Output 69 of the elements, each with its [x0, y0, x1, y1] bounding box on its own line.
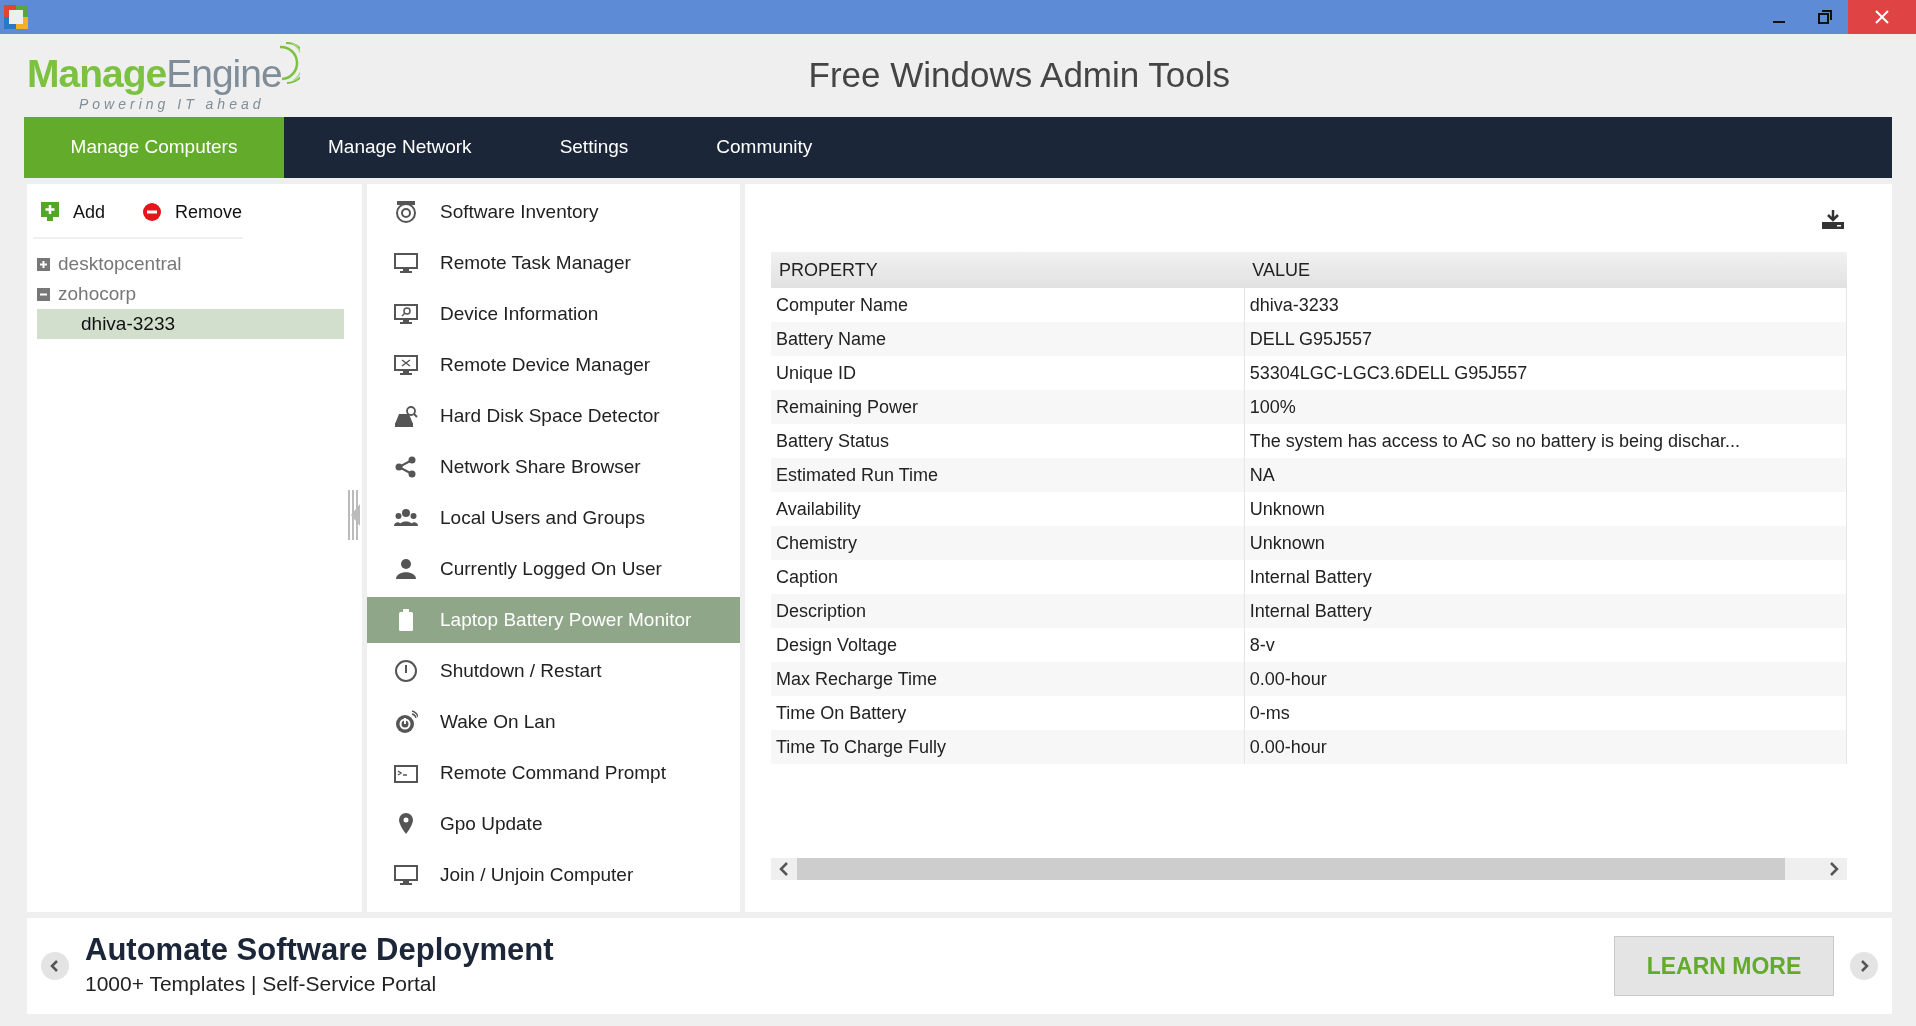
horizontal-scrollbar[interactable]: [771, 858, 1847, 880]
tool-menu-item[interactable]: Remote Task Manager: [367, 240, 740, 286]
app-title: Free Windows Admin Tools: [807, 54, 1232, 97]
tool-menu-item[interactable]: Shutdown / Restart: [367, 648, 740, 694]
nav-tab[interactable]: Settings: [515, 117, 673, 178]
table-cell: 0.00-hour: [1244, 730, 1847, 764]
logo-tagline: Powering IT ahead: [79, 96, 266, 111]
chevron-right-icon: [1858, 959, 1870, 973]
drive-magnifier-icon: [394, 404, 418, 428]
table-cell: NA: [1244, 458, 1847, 492]
user-icon: [394, 557, 418, 581]
table-cell: DELL G95J557: [1244, 322, 1847, 356]
table-cell: Battery Name: [771, 322, 1245, 356]
table-cell: Chemistry: [771, 526, 1245, 560]
tool-menu-item[interactable]: Software Inventory: [367, 189, 740, 235]
nav-tab[interactable]: Community: [672, 117, 857, 178]
share-icon: [394, 455, 418, 479]
close-button[interactable]: [1848, 0, 1916, 34]
logo-text: Engine: [166, 53, 282, 93]
tree-item-selected[interactable]: dhiva-3233: [37, 309, 344, 339]
restore-icon: [1818, 10, 1832, 24]
tool-menu-item[interactable]: Join / Unjoin Computer: [367, 852, 740, 898]
tool-menu-item[interactable]: Gpo Update: [367, 801, 740, 847]
table-cell: Internal Battery: [1244, 594, 1847, 628]
tool-menu-item[interactable]: Remote Command Prompt: [367, 750, 740, 796]
disc-icon: [394, 200, 418, 224]
app-icon: [4, 5, 28, 29]
power-signal-icon: [394, 710, 418, 734]
table-cell: Description: [771, 594, 1245, 628]
collapse-handle-icon[interactable]: [348, 490, 360, 540]
tool-menu-item[interactable]: Wake On Lan: [367, 699, 740, 745]
tool-menu-item[interactable]: Network Share Browser: [367, 444, 740, 490]
download-icon[interactable]: [1821, 210, 1845, 230]
column-header: PROPERTY: [771, 252, 1245, 288]
add-button[interactable]: Add: [33, 198, 114, 226]
expand-icon[interactable]: [37, 257, 50, 271]
monitor-icon: [394, 863, 418, 887]
banner-title: Automate Software Deployment: [85, 932, 554, 969]
table-cell: Remaining Power: [771, 390, 1245, 424]
next-button[interactable]: [1850, 952, 1878, 980]
chevron-left-icon: [49, 959, 61, 973]
minimize-icon: [1773, 21, 1785, 23]
tool-menu-item[interactable]: Local Users and Groups: [367, 495, 740, 541]
monitor-magnifier-icon: [394, 302, 418, 326]
monitor-tools-icon: [394, 353, 418, 377]
monitor-icon: [394, 251, 418, 275]
tool-menu-item[interactable]: Remote Device Manager: [367, 342, 740, 388]
table-cell: Unknown: [1244, 526, 1847, 560]
tool-menu-item[interactable]: Hard Disk Space Detector: [367, 393, 740, 439]
remove-button[interactable]: Remove: [135, 198, 251, 226]
tool-menu-item[interactable]: Device Information: [367, 291, 740, 337]
collapse-icon[interactable]: [37, 287, 50, 301]
power-icon: [394, 659, 418, 683]
logo-text: Manage: [27, 53, 167, 93]
table-cell: Max Recharge Time: [771, 662, 1245, 696]
column-header: VALUE: [1244, 252, 1847, 288]
table-cell: Time To Charge Fully: [771, 730, 1245, 764]
banner-subtitle: 1000+ Templates | Self-Service Portal: [85, 971, 438, 998]
previous-button[interactable]: [41, 952, 69, 980]
table-cell: 0.00-hour: [1244, 662, 1847, 696]
minus-icon: [143, 203, 162, 221]
close-icon: [1875, 10, 1889, 24]
tree-item[interactable]: desktopcentral: [58, 249, 182, 279]
table-cell: 100%: [1244, 390, 1847, 424]
tree-item[interactable]: zohocorp: [58, 279, 137, 309]
table-cell: Estimated Run Time: [771, 458, 1245, 492]
tool-menu-item[interactable]: Currently Logged On User: [367, 546, 740, 592]
nav-tab[interactable]: Manage Network: [284, 117, 516, 178]
plus-icon: [41, 202, 59, 222]
